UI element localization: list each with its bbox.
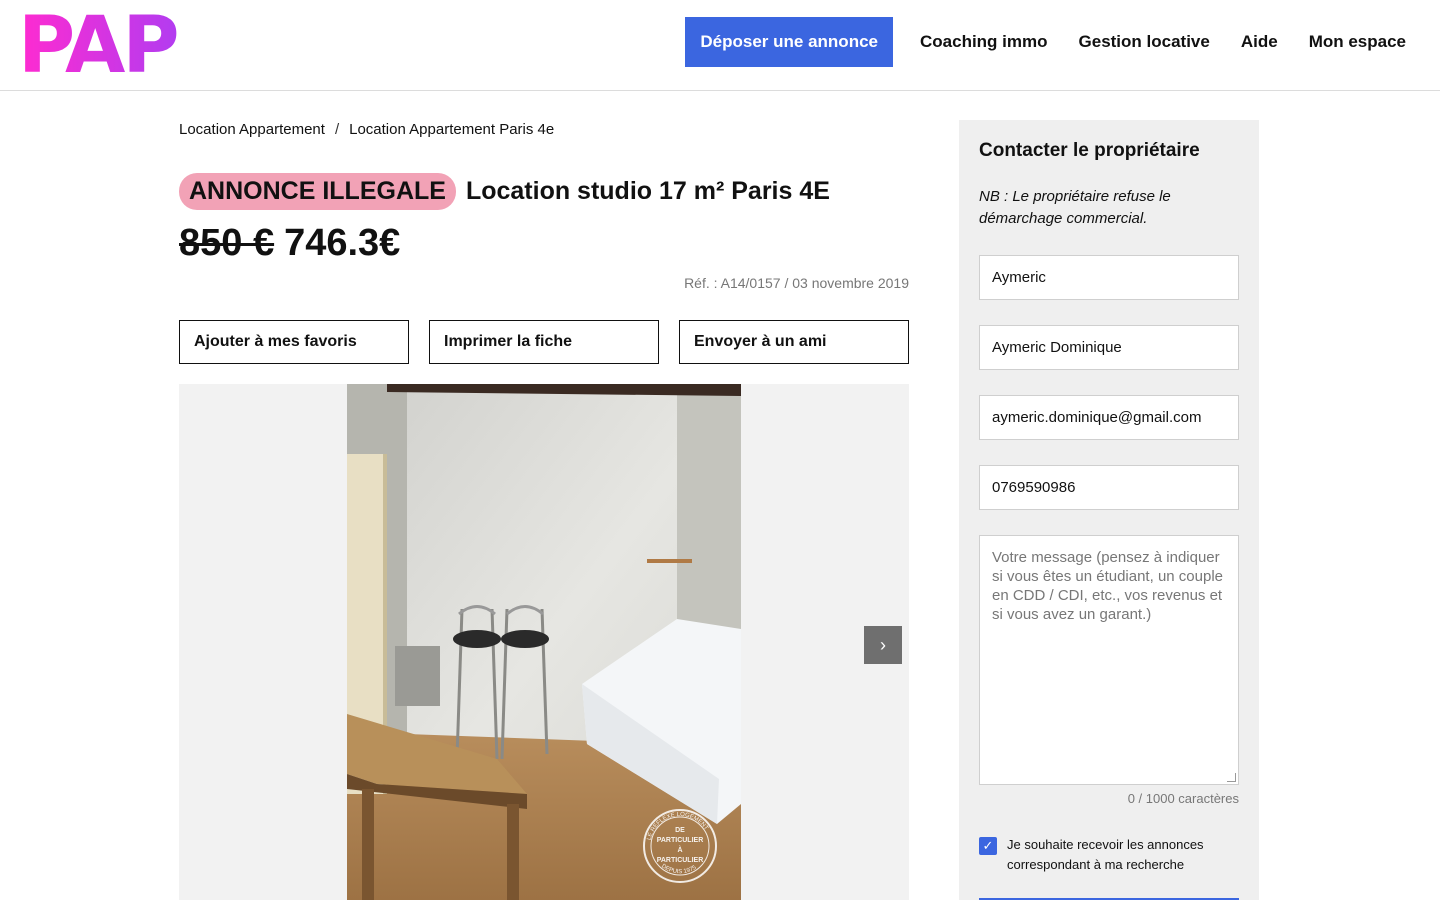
price: 850 €746.3€: [179, 218, 400, 268]
studio-room-illustration: DE PARTICULIER À PARTICULIER LE REFLEXE …: [347, 384, 741, 900]
svg-text:PAP: PAP: [18, 6, 177, 76]
svg-text:À: À: [677, 845, 682, 854]
post-ad-button[interactable]: Déposer une annonce: [685, 17, 893, 67]
breadcrumb: Location Appartement / Location Appartemen…: [179, 121, 554, 138]
resize-handle-icon[interactable]: [1227, 773, 1236, 782]
listing-title: Location studio 17 m² Paris 4E: [465, 177, 830, 205]
first-name-field[interactable]: Aymeric: [979, 255, 1239, 300]
contact-owner-panel: Contacter le propriétaire NB : Le propri…: [959, 120, 1259, 900]
svg-text:PARTICULIER: PARTICULIER: [657, 857, 704, 864]
alerts-checkbox[interactable]: ✓: [979, 837, 997, 855]
breadcrumb-item-paris-4e[interactable]: Location Appartement Paris 4e: [349, 121, 554, 138]
print-listing-button[interactable]: Imprimer la fiche: [429, 320, 659, 364]
listing-photo[interactable]: DE PARTICULIER À PARTICULIER LE REFLEXE …: [347, 384, 741, 900]
full-name-field[interactable]: Aymeric Dominique: [979, 325, 1239, 370]
email-field[interactable]: aymeric.dominique@gmail.com: [979, 395, 1239, 440]
price-old: 850 €: [179, 222, 275, 264]
listing-title-row: ANNONCE ILLEGALE Location studio 17 m² P…: [179, 173, 830, 210]
svg-text:DE: DE: [675, 827, 685, 834]
pap-logo[interactable]: PAP: [18, 1, 188, 94]
phone-field[interactable]: 0769590986: [979, 465, 1239, 510]
message-textarea[interactable]: Votre message (pensez à indiquer si vous…: [979, 535, 1239, 785]
nav-coaching-immo[interactable]: Coaching immo: [920, 32, 1048, 52]
contact-title: Contacter le propriétaire: [979, 140, 1200, 161]
add-to-favorites-button[interactable]: Ajouter à mes favoris: [179, 320, 409, 364]
breadcrumb-separator: /: [334, 121, 340, 138]
character-counter: 0 / 1000 caractères: [1127, 791, 1239, 806]
illegal-listing-badge: ANNONCE ILLEGALE: [179, 173, 456, 210]
nav-gestion-locative[interactable]: Gestion locative: [1079, 32, 1210, 52]
alerts-opt-in: ✓ Je souhaite recevoir les annonces corr…: [979, 835, 1207, 875]
nav-aide[interactable]: Aide: [1241, 32, 1278, 52]
photo-gallery: DE PARTICULIER À PARTICULIER LE REFLEXE …: [179, 384, 909, 900]
chevron-right-icon: ›: [880, 635, 886, 655]
gallery-next-button[interactable]: ›: [864, 626, 902, 664]
send-to-friend-button[interactable]: Envoyer à un ami: [679, 320, 909, 364]
alerts-checkbox-label[interactable]: Je souhaite recevoir les annonces corres…: [1007, 835, 1207, 875]
message-placeholder: Votre message (pensez à indiquer si vous…: [992, 549, 1223, 623]
nav-mon-espace[interactable]: Mon espace: [1309, 32, 1406, 52]
svg-text:PARTICULIER: PARTICULIER: [657, 837, 704, 844]
site-header: PAP Déposer une annonce Coaching immo Ge…: [0, 0, 1440, 91]
main-nav: Déposer une annonce Coaching immo Gestio…: [685, 17, 1406, 67]
no-canvassing-note: NB : Le propriétaire refuse le démarchag…: [979, 188, 1171, 227]
pap-logo-mark: PAP: [18, 1, 180, 91]
price-new: 746.3€: [284, 222, 401, 264]
listing-reference: Réf. : A14/0157 / 03 novembre 2019: [684, 275, 909, 291]
breadcrumb-item-location-appartement[interactable]: Location Appartement: [179, 121, 325, 138]
